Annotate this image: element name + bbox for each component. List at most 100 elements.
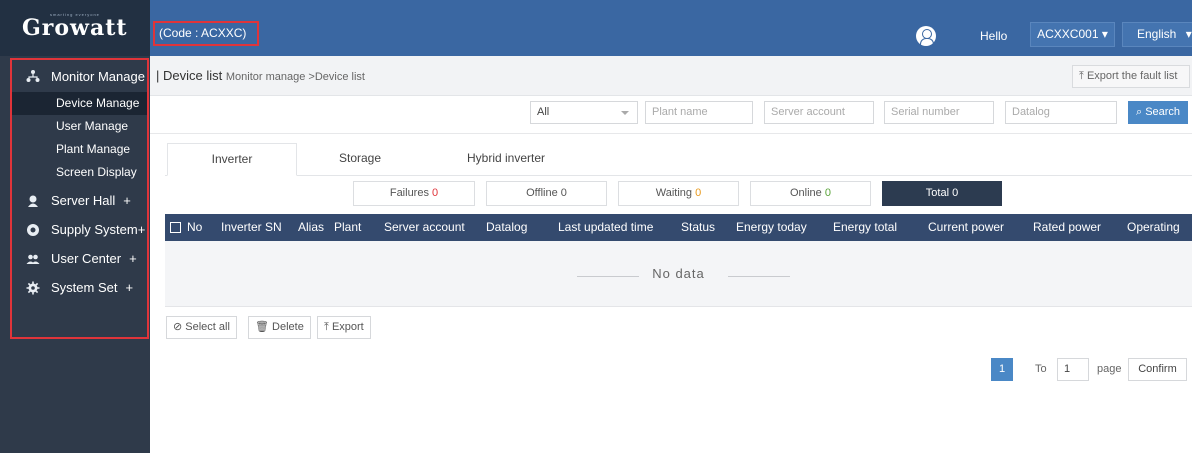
- sidebar-item-label: Server Hall: [51, 193, 116, 208]
- logo: smarting everyone Growatt: [0, 0, 150, 56]
- account-label: ACXXC001: [1037, 27, 1099, 41]
- search-button[interactable]: ⌕ Search: [1128, 101, 1188, 124]
- status-online-button[interactable]: Online 0: [750, 181, 871, 206]
- breadcrumb: | Device list Monitor manage >Device lis…: [150, 56, 1192, 96]
- device-type-value: All: [537, 106, 550, 118]
- tab-hybrid-inverter[interactable]: Hybrid inverter: [451, 143, 561, 176]
- gear-icon: [26, 281, 40, 295]
- top-bar: (Code : ACXXC) Hello ACXXC001 ▾ English …: [150, 0, 1192, 56]
- server-account-input[interactable]: Server account: [764, 101, 874, 124]
- expand-plus-icon: +: [137, 222, 146, 237]
- export-fault-list-button[interactable]: ⤒ Export the fault list: [1072, 65, 1190, 88]
- trash-icon: 🗑: [255, 321, 269, 333]
- status-count: 0: [824, 187, 831, 199]
- sidebar-item-server-hall[interactable]: Server Hall +: [12, 186, 147, 215]
- page-title-text: Device list: [163, 68, 223, 83]
- status-count: 0: [560, 187, 567, 199]
- pagination-to-label: To: [1035, 363, 1047, 375]
- logo-tagline: smarting everyone: [50, 12, 100, 17]
- select-all-checkbox[interactable]: [170, 222, 181, 233]
- col-header-plant: Plant: [334, 220, 362, 234]
- sidebar-subitem-device-manage[interactable]: Device Manage: [12, 92, 147, 115]
- sidebar-item-monitor-manage[interactable]: Monitor Manage: [12, 60, 147, 92]
- plant-name-input[interactable]: Plant name: [645, 101, 753, 124]
- sidebar-item-label: System Set: [51, 280, 118, 295]
- col-header-server-account: Server account: [384, 220, 465, 234]
- filter-bar: All Plant name Server account Serial num…: [150, 96, 1192, 134]
- serial-number-input[interactable]: Serial number: [884, 101, 994, 124]
- col-header-current-power: Current power: [928, 220, 1005, 234]
- status-offline-button[interactable]: Offline 0: [486, 181, 607, 206]
- pagination-page-label: page: [1097, 363, 1122, 375]
- sidebar-subitem-user-manage[interactable]: User Manage: [12, 115, 147, 138]
- language-dropdown[interactable]: English ▾: [1122, 22, 1192, 47]
- company-code: (Code : ACXXC): [153, 21, 259, 46]
- status-count: 0: [432, 187, 439, 199]
- col-header-inverter-sn: Inverter SN: [221, 220, 282, 234]
- col-header-alias: Alias: [298, 220, 325, 234]
- export-fault-label: Export the fault list: [1086, 70, 1178, 82]
- status-count: 0: [695, 187, 702, 199]
- page-number-button[interactable]: 1: [991, 358, 1013, 381]
- table-header: No Inverter SN Alias Plant Server accoun…: [165, 214, 1192, 241]
- col-header-datalog: Datalog: [486, 220, 528, 234]
- check-circle-icon: ⊘: [173, 321, 183, 333]
- title-divider: |: [156, 68, 163, 83]
- col-header-operating: Operating: [1127, 220, 1180, 234]
- empty-state-text: No data: [652, 266, 705, 281]
- account-dropdown[interactable]: ACXXC001 ▾: [1030, 22, 1115, 47]
- user-avatar-icon[interactable]: [916, 26, 936, 46]
- export-button[interactable]: ⤒ Export: [317, 316, 371, 339]
- server-hall-icon: [26, 194, 40, 208]
- greeting: Hello: [980, 29, 1008, 43]
- caret-down-icon: ▾: [1101, 27, 1108, 41]
- confirm-button[interactable]: Confirm: [1128, 358, 1187, 381]
- tab-inverter[interactable]: Inverter: [167, 143, 297, 176]
- sidebar-item-user-center[interactable]: User Center +: [12, 244, 147, 273]
- status-label: Offline: [526, 187, 558, 199]
- table-body: No data: [165, 241, 1192, 307]
- expand-plus-icon: +: [123, 193, 131, 208]
- col-header-energy-total: Energy total: [833, 220, 898, 234]
- sidebar-item-label: Monitor Manage: [51, 68, 145, 84]
- col-header-rated-power: Rated power: [1033, 220, 1102, 234]
- search-label: Search: [1145, 106, 1181, 118]
- device-type-select[interactable]: All: [530, 101, 638, 124]
- tab-storage[interactable]: Storage: [315, 143, 405, 176]
- network-icon: [26, 69, 40, 83]
- sidebar-item-supply-system[interactable]: Supply System +: [12, 215, 147, 244]
- export-label: Export: [331, 321, 364, 333]
- device-tabs: Inverter Storage Hybrid inverter: [165, 143, 1192, 176]
- sidebar-item-label: Supply System: [51, 222, 138, 237]
- language-label: English: [1137, 27, 1177, 41]
- expand-plus-icon: +: [129, 251, 137, 266]
- page-title: | Device list Monitor manage >Device lis…: [156, 68, 365, 83]
- col-header-last-updated: Last updated time: [558, 220, 654, 234]
- sidebar: smarting everyone Growatt Monitor Manage…: [0, 0, 150, 453]
- export-icon: ⤒: [1079, 70, 1084, 82]
- logo-text: Growatt: [22, 15, 128, 41]
- status-count: 0: [952, 187, 959, 199]
- status-label: Failures: [389, 187, 429, 199]
- users-icon: [26, 252, 40, 266]
- export-icon: ⤒: [324, 321, 329, 333]
- status-failures-button[interactable]: Failures 0: [353, 181, 475, 206]
- delete-button[interactable]: 🗑 Delete: [248, 316, 311, 339]
- divider: [728, 276, 790, 277]
- sidebar-subitem-screen-display[interactable]: Screen Display: [12, 161, 147, 184]
- col-header-energy-today: Energy today: [736, 220, 807, 234]
- page-jump-input[interactable]: 1: [1057, 358, 1089, 381]
- sidebar-item-system-set[interactable]: System Set +: [12, 273, 147, 302]
- status-label: Online: [790, 187, 822, 199]
- expand-plus-icon: +: [125, 280, 134, 295]
- search-icon: ⌕: [1135, 106, 1143, 118]
- status-total-button[interactable]: Total 0: [882, 181, 1002, 206]
- status-label: Total: [925, 187, 950, 199]
- sidebar-subitem-plant-manage[interactable]: Plant Manage: [12, 138, 147, 161]
- breadcrumb-path: Monitor manage >Device list: [225, 71, 365, 83]
- sidebar-item-label: User Center: [51, 251, 122, 266]
- select-all-button[interactable]: ⊘ Select all: [166, 316, 237, 339]
- col-header-no: No: [187, 220, 203, 234]
- status-waiting-button[interactable]: Waiting 0: [618, 181, 739, 206]
- datalog-input[interactable]: Datalog: [1005, 101, 1117, 124]
